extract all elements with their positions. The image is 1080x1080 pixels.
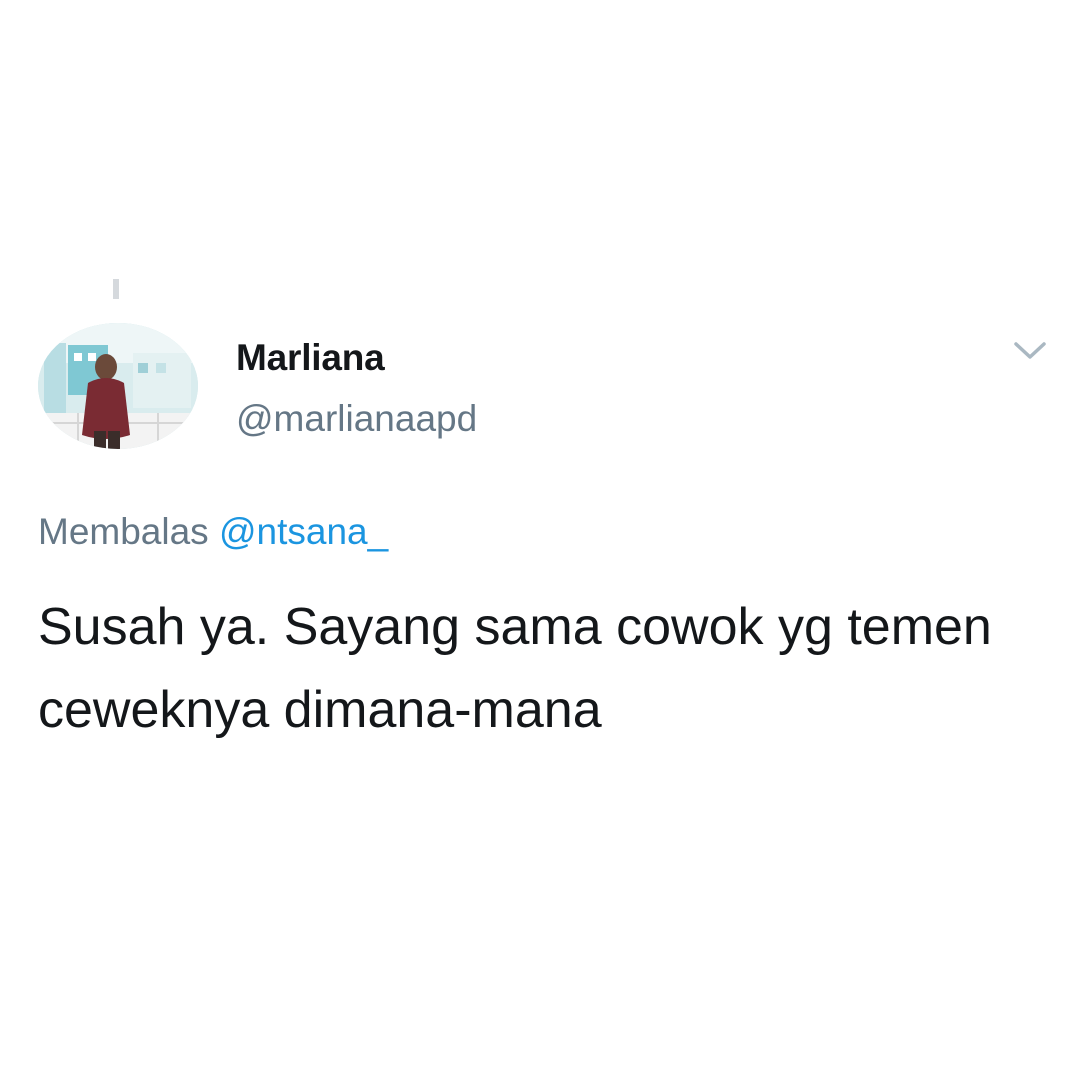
reply-prefix: Membalas [38,511,209,552]
reply-context: Membalas @ntsana_ [38,511,388,553]
chevron-down-icon[interactable] [1010,336,1050,364]
avatar[interactable] [38,323,198,449]
author-handle[interactable]: @marlianaapd [236,398,477,440]
thread-connector-line [113,279,119,299]
author-display-name[interactable]: Marliana [236,337,385,379]
tweet-text: Susah ya. Sayang sama cowok yg temen cew… [38,598,992,740]
reply-mention-link[interactable]: @ntsana_ [219,511,388,552]
